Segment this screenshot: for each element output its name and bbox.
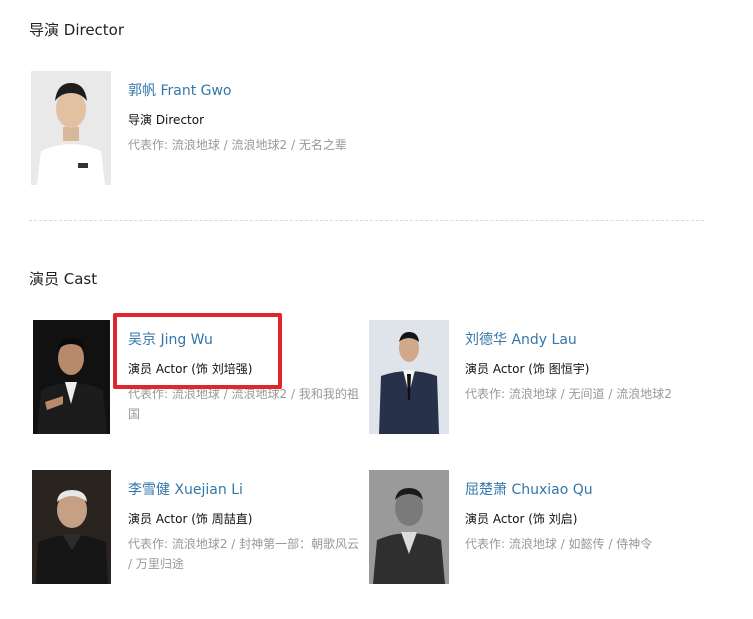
- director-name[interactable]: 郭帆 Frant Gwo: [128, 80, 232, 100]
- director-section-title: 导演 Director: [29, 21, 125, 39]
- director-photo-frant-gwo[interactable]: [31, 71, 111, 185]
- cast-works: 代表作: 流浪地球2 / 封神第一部：朝歌风云 / 万里归途: [128, 537, 360, 571]
- cast-photo-chuxiao-qu[interactable]: [369, 470, 449, 584]
- director-works: 代表作: 流浪地球 / 流浪地球2 / 无名之辈: [128, 138, 347, 152]
- cast-photo-xuejian-li[interactable]: [32, 470, 111, 584]
- cast-photo-andy-lau[interactable]: [369, 320, 449, 434]
- cast-role: 演员 Actor (饰 刘启): [465, 512, 578, 526]
- cast-name[interactable]: 李雪健 Xuejian Li: [128, 479, 243, 499]
- cast-role: 演员 Actor (饰 周喆直): [128, 512, 253, 526]
- director-role: 导演 Director: [128, 113, 205, 127]
- highlight-box: [113, 313, 282, 389]
- cast-role: 演员 Actor (饰 图恒宇): [465, 362, 590, 376]
- cast-works: 代表作: 流浪地球 / 流浪地球2 / 我和我的祖国: [128, 387, 359, 421]
- cast-section-title: 演员 Cast: [29, 270, 98, 288]
- section-divider: [29, 220, 704, 221]
- cast-photo-jing-wu[interactable]: [33, 320, 110, 434]
- cast-name[interactable]: 屈楚萧 Chuxiao Qu: [465, 479, 593, 499]
- cast-name[interactable]: 刘德华 Andy Lau: [465, 329, 577, 349]
- cast-works: 代表作: 流浪地球 / 如懿传 / 侍神令: [465, 537, 653, 551]
- cast-works: 代表作: 流浪地球 / 无间道 / 流浪地球2: [465, 387, 672, 401]
